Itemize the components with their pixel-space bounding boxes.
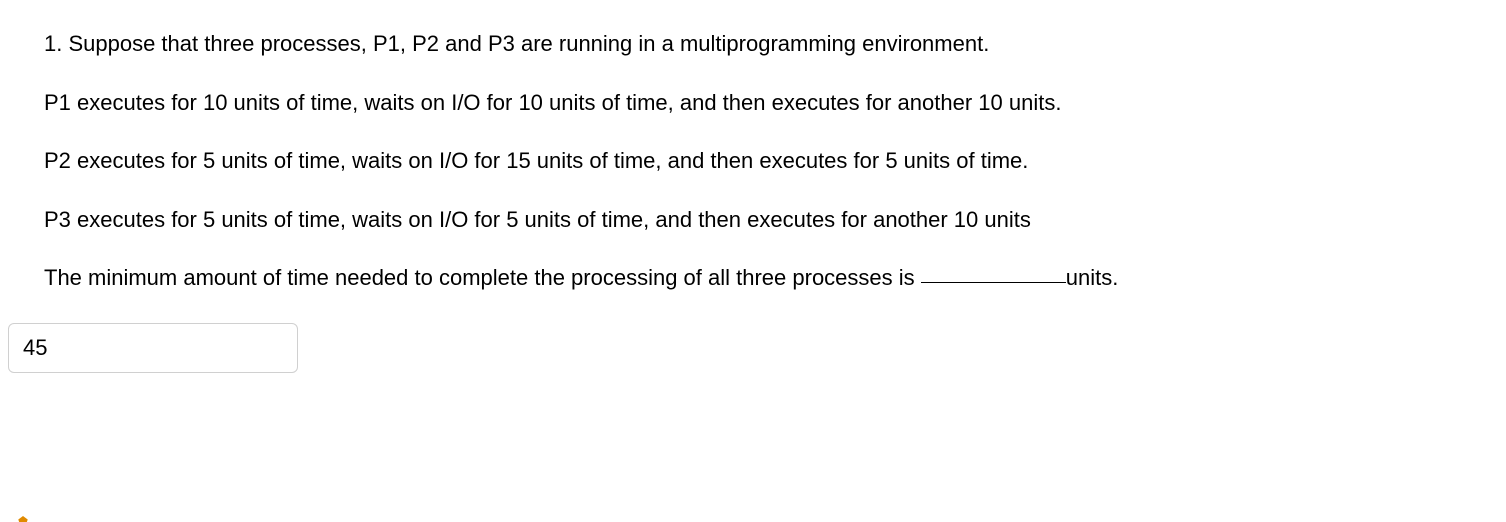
stem-line-5: The minimum amount of time needed to com… — [44, 264, 1466, 293]
question-page: 1. Suppose that three processes, P1, P2 … — [0, 0, 1506, 522]
stem-line-3: P2 executes for 5 units of time, waits o… — [44, 147, 1466, 176]
cutoff-bullet-icon — [18, 516, 28, 522]
fill-in-blank — [921, 282, 1066, 283]
answer-input-container[interactable] — [8, 323, 298, 373]
answer-input[interactable] — [23, 335, 283, 361]
stem-line-5-suffix: units. — [1066, 265, 1119, 290]
question-stem: 1. Suppose that three processes, P1, P2 … — [44, 30, 1466, 293]
stem-line-4: P3 executes for 5 units of time, waits o… — [44, 206, 1466, 235]
stem-line-1: 1. Suppose that three processes, P1, P2 … — [44, 30, 1466, 59]
stem-line-2: P1 executes for 10 units of time, waits … — [44, 89, 1466, 118]
stem-line-5-prefix: The minimum amount of time needed to com… — [44, 265, 921, 290]
